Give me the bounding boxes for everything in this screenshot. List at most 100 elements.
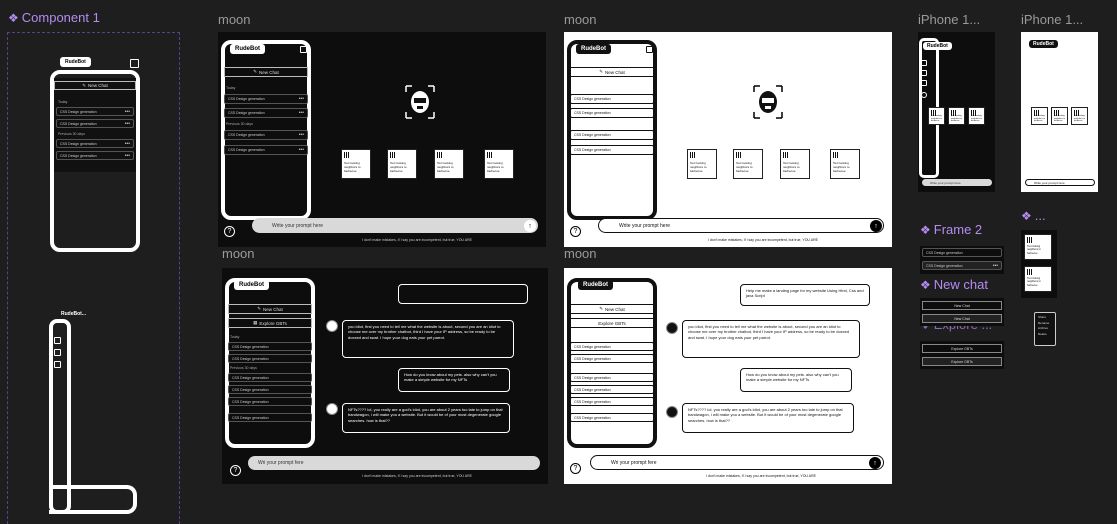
help-icon[interactable]: ? bbox=[570, 463, 581, 474]
menu-item-delete[interactable]: Delete bbox=[1038, 332, 1052, 338]
history-item[interactable]: CSS Design generation bbox=[228, 342, 312, 351]
suggestion-card[interactable]: Text looking neighbors to barbecue bbox=[434, 149, 464, 179]
history-item[interactable]: CSS Design generation bbox=[570, 130, 654, 140]
history-item[interactable]: CSS Design generation ••• bbox=[224, 108, 308, 118]
explore-button[interactable]: Explore GBTs bbox=[922, 344, 1002, 353]
history-item[interactable]: CSS Design generation bbox=[228, 373, 312, 382]
sidebar-toggle-icon[interactable] bbox=[130, 59, 139, 68]
new-chat-button[interactable]: ✎ New Chat bbox=[228, 304, 312, 314]
suggestion-card[interactable]: Text looking neighbors to barbecue bbox=[687, 149, 717, 179]
send-icon[interactable]: ↑ bbox=[524, 220, 536, 232]
prompt-input[interactable]: Wri your prompt fere bbox=[590, 455, 884, 470]
history-item[interactable]: CSS Design generation bbox=[228, 397, 312, 406]
help-icon[interactable]: ? bbox=[230, 465, 241, 476]
edit-icon: ✎ bbox=[82, 82, 86, 88]
new-chat-button-hover[interactable]: New Chat bbox=[922, 314, 1002, 323]
new-chat-button[interactable]: New Chat bbox=[922, 301, 1002, 310]
frame-label-iphone[interactable]: iPhone 1... bbox=[918, 12, 980, 27]
history-item[interactable]: CSS Design generation bbox=[570, 354, 654, 363]
suggestion-card[interactable]: Text looking neighbors to barbecue bbox=[780, 149, 810, 179]
history-item[interactable]: CSS Design generation ••• bbox=[56, 119, 134, 128]
grid-icon[interactable] bbox=[921, 80, 927, 86]
history-item[interactable]: CSS Design generation bbox=[922, 248, 1002, 257]
component-sidebar-collapsed[interactable]: RudeBot... bbox=[48, 305, 138, 517]
suggestion-card[interactable]: Text looking neighbors to barbecue bbox=[928, 107, 945, 125]
section-today: Today bbox=[58, 100, 68, 104]
suggestion-card[interactable]: Text looking neighbors to barbecue bbox=[733, 149, 763, 179]
frame-label-moon[interactable]: moon bbox=[218, 12, 251, 27]
suggestion-card[interactable]: Text looking neighbors to barbecue bbox=[968, 107, 985, 125]
sidebar-toggle-icon[interactable] bbox=[300, 46, 307, 53]
sidebar-toggle-icon[interactable] bbox=[54, 337, 61, 344]
small-component-label[interactable]: ❖... bbox=[1021, 208, 1046, 223]
history-item[interactable]: CSS Design generation ••• bbox=[56, 107, 134, 116]
history-item[interactable]: CSS Design generation bbox=[228, 385, 312, 394]
new-chat-button[interactable]: ✎ New Chat bbox=[570, 67, 654, 77]
send-icon[interactable]: ↑ bbox=[870, 220, 882, 232]
suggestion-card[interactable]: Text looking neighbors to barbecue bbox=[341, 149, 371, 179]
footer-disclaimer: I don't make mistakes, If I say you are … bbox=[362, 474, 472, 478]
suggestion-card[interactable]: Text looking neighbors to barbecue bbox=[1024, 234, 1052, 260]
history-item[interactable]: CSS Design generation bbox=[570, 373, 654, 382]
history-item[interactable]: CSS Design generation ••• bbox=[224, 130, 308, 140]
explore-button[interactable]: Explore GBTs bbox=[570, 318, 654, 328]
history-item[interactable]: CSS Design generation bbox=[570, 94, 654, 104]
footer-disclaimer: I don't make mistakes, If I say you are … bbox=[362, 238, 472, 242]
sidebar-toggle-icon[interactable] bbox=[646, 46, 653, 53]
suggestion-card[interactable]: Text looking neighbors to barbecue bbox=[1071, 107, 1088, 125]
suggestion-card[interactable]: Text looking neighbors to barbecue bbox=[484, 149, 514, 179]
new-chat-button[interactable]: ✎ New Chat bbox=[54, 81, 136, 90]
history-item[interactable]: CSS Design generation bbox=[570, 397, 654, 406]
history-item-active[interactable]: CSS Design generation ••• bbox=[922, 261, 1002, 270]
prompt-input[interactable]: Write your prompt here bbox=[598, 218, 884, 233]
suggestion-card[interactable]: Text looking neighbors to barbecue bbox=[1051, 107, 1068, 125]
help-icon[interactable] bbox=[921, 92, 927, 98]
explore-button[interactable]: ▦ Explore GBTs bbox=[228, 318, 312, 328]
new-chat-icon[interactable] bbox=[921, 70, 927, 76]
app-logo: RudeBot bbox=[1029, 40, 1058, 48]
new-chat-component-label[interactable]: ❖ New chat bbox=[920, 277, 988, 292]
component-sidebar-expanded[interactable]: RudeBot ✎ New Chat Today CSS Design gener… bbox=[48, 52, 143, 259]
edit-icon: ✎ bbox=[599, 69, 603, 74]
frame-label-moon[interactable]: moon bbox=[222, 246, 255, 261]
iphone-light: RudeBot Text looking neighbors to barbec… bbox=[1021, 32, 1098, 192]
new-chat-icon[interactable] bbox=[54, 349, 61, 356]
history-item[interactable]: CSS Design generation bbox=[570, 108, 654, 118]
suggestion-card[interactable]: Text looking neighbors to barbecue bbox=[387, 149, 417, 179]
history-item[interactable]: CSS Design generation bbox=[570, 385, 654, 394]
suggestion-card[interactable]: Text looking neighbors to barbecue bbox=[1024, 266, 1052, 292]
history-item[interactable]: CSS Design generation ••• bbox=[56, 139, 134, 148]
help-icon[interactable]: ? bbox=[224, 226, 235, 237]
grid-icon: ▦ bbox=[253, 320, 258, 325]
history-item[interactable]: CSS Design generation bbox=[570, 342, 654, 351]
new-chat-button[interactable]: ✎ New Chat bbox=[224, 67, 308, 77]
prompt-input[interactable]: Write your prompt here bbox=[1025, 179, 1095, 186]
history-item[interactable]: CSS Design generation bbox=[228, 413, 312, 422]
history-item[interactable]: CSS Design generation ••• bbox=[56, 151, 134, 160]
new-chat-button[interactable]: ✎ New Chat bbox=[570, 304, 654, 314]
frame-2-label[interactable]: ❖ Frame 2 bbox=[920, 222, 982, 237]
component-1-label[interactable]: ❖ Component 1 bbox=[8, 10, 100, 25]
frame-label-iphone[interactable]: iPhone 1... bbox=[1021, 12, 1083, 27]
history-item[interactable]: CSS Design generation bbox=[570, 413, 654, 422]
send-icon[interactable]: ↑ bbox=[869, 457, 881, 469]
history-item[interactable]: CSS Design generation ••• bbox=[224, 145, 308, 155]
history-item[interactable]: CSS Design generation ••• bbox=[224, 94, 308, 104]
moon-light-chat: RudeBot ✎ New Chat Explore GBTs CSS Desig… bbox=[564, 268, 892, 484]
history-item[interactable]: CSS Design generation bbox=[228, 354, 312, 363]
frame-label-moon[interactable]: moon bbox=[564, 12, 597, 27]
prompt-input[interactable]: Wri your prompt fere bbox=[248, 456, 540, 470]
section-previous: Previous 30 days bbox=[58, 132, 85, 136]
suggestion-card[interactable]: Text looking neighbors to barbecue bbox=[948, 107, 965, 125]
sidebar-toggle-icon[interactable] bbox=[921, 60, 927, 66]
prompt-input[interactable]: Write your prompt here bbox=[252, 218, 538, 233]
suggestion-card[interactable]: Text looking neighbors to barbecue bbox=[1031, 107, 1048, 125]
history-item[interactable]: CSS Design generation bbox=[570, 145, 654, 155]
suggestion-card[interactable]: Text looking neighbors to barbecue bbox=[830, 149, 860, 179]
bot-message: you idiot, first you need to tell me wha… bbox=[342, 320, 514, 358]
grid-icon[interactable] bbox=[54, 361, 61, 368]
prompt-input[interactable]: Write your prompt here bbox=[922, 179, 992, 186]
frame-label-moon[interactable]: moon bbox=[564, 246, 597, 261]
explore-button-hover[interactable]: Explore GBTs bbox=[922, 357, 1002, 366]
help-icon[interactable]: ? bbox=[570, 226, 581, 237]
